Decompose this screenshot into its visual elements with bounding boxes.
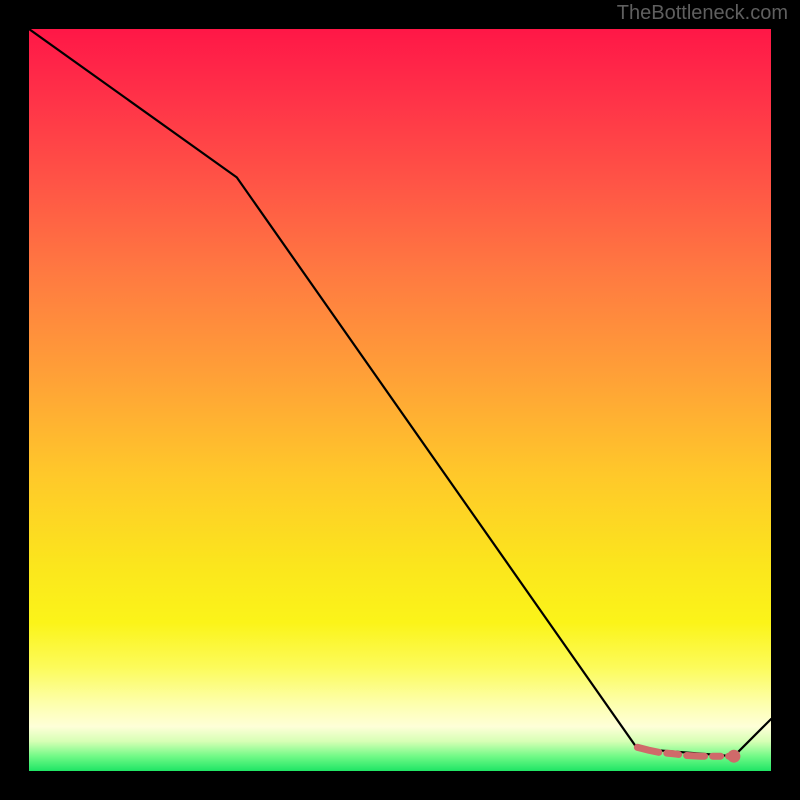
chart-frame: TheBottleneck.com	[0, 0, 800, 800]
plot-area	[29, 29, 771, 771]
bottleneck-curve-line	[29, 29, 771, 756]
watermark-text: TheBottleneck.com	[617, 2, 788, 25]
marker-end-dot	[727, 750, 740, 763]
chart-svg	[29, 29, 771, 771]
curve-path	[29, 29, 771, 756]
